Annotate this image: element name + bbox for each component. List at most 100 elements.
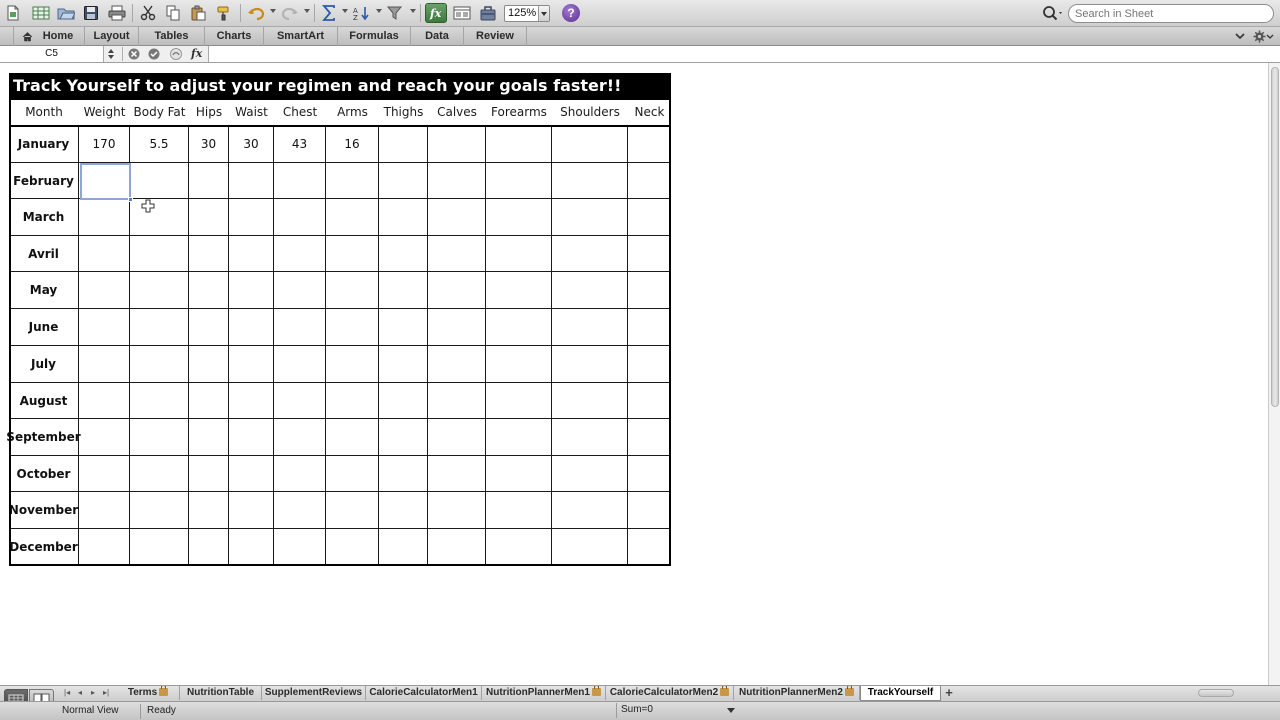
name-box[interactable]: C5 (0, 46, 104, 62)
data-cell[interactable] (274, 529, 326, 566)
data-cell[interactable] (274, 236, 326, 272)
data-cell[interactable] (628, 272, 671, 309)
column-header-arms[interactable]: Arms (326, 101, 379, 125)
data-cell[interactable] (79, 492, 130, 529)
data-cell[interactable] (189, 492, 229, 529)
data-cell[interactable] (326, 199, 379, 236)
data-cell[interactable] (189, 163, 229, 199)
data-cell[interactable] (486, 419, 552, 456)
month-cell[interactable]: May (9, 272, 79, 309)
data-cell[interactable] (379, 236, 428, 272)
sheet-tab-nutritionplannermen1[interactable]: NutritionPlannerMen1 (482, 686, 606, 700)
data-cell[interactable] (326, 456, 379, 492)
copy-icon[interactable] (162, 3, 184, 23)
column-header-thighs[interactable]: Thighs (379, 101, 428, 125)
formula-builder-icon[interactable]: fx (425, 3, 447, 23)
data-cell[interactable] (130, 419, 189, 456)
data-cell[interactable] (79, 272, 130, 309)
data-cell[interactable] (552, 199, 628, 236)
tab-smartart[interactable]: SmartArt (264, 27, 338, 46)
column-header-hips[interactable]: Hips (189, 101, 229, 125)
data-cell[interactable] (79, 383, 130, 419)
data-cell[interactable] (428, 346, 486, 383)
data-cell[interactable] (229, 492, 274, 529)
column-header-shoulders[interactable]: Shoulders (552, 101, 628, 125)
tab-home[interactable]: Home (13, 27, 85, 46)
data-cell[interactable] (229, 199, 274, 236)
tab-review[interactable]: Review (464, 27, 527, 46)
data-cell[interactable] (379, 529, 428, 566)
month-cell[interactable]: March (9, 199, 79, 236)
data-cell[interactable] (79, 309, 130, 346)
data-cell[interactable] (130, 309, 189, 346)
data-cell[interactable] (229, 419, 274, 456)
data-cell[interactable] (79, 456, 130, 492)
open-icon[interactable] (55, 3, 77, 23)
sheet-tab-caloriecalculatormen1[interactable]: CalorieCalculatorMen1 (366, 686, 482, 700)
data-cell[interactable] (428, 309, 486, 346)
data-cell[interactable] (130, 199, 189, 236)
data-cell[interactable] (229, 383, 274, 419)
data-cell[interactable] (130, 163, 189, 199)
formula-input[interactable] (208, 46, 1280, 62)
data-cell[interactable] (552, 383, 628, 419)
data-cell[interactable] (486, 125, 552, 163)
data-cell[interactable] (628, 309, 671, 346)
data-cell[interactable] (229, 346, 274, 383)
data-cell[interactable] (379, 199, 428, 236)
month-cell[interactable]: Avril (9, 236, 79, 272)
undo-icon[interactable] (245, 3, 267, 23)
data-cell[interactable] (379, 383, 428, 419)
data-cell[interactable] (379, 456, 428, 492)
add-sheet-button[interactable]: + (942, 686, 956, 700)
search-input[interactable] (1068, 4, 1274, 23)
data-cell[interactable] (229, 236, 274, 272)
data-cell[interactable] (274, 163, 326, 199)
horizontal-scrollbar[interactable] (1192, 687, 1266, 699)
data-cell[interactable] (274, 419, 326, 456)
data-cell[interactable] (189, 309, 229, 346)
data-cell[interactable] (229, 456, 274, 492)
gallery-toggle-icon[interactable] (451, 3, 473, 23)
filter-dropdown-caret[interactable] (410, 9, 416, 13)
data-cell[interactable] (552, 272, 628, 309)
column-header-weight[interactable]: Weight (79, 101, 130, 125)
enter-icon[interactable] (148, 48, 160, 60)
sum-dropdown-caret[interactable] (727, 708, 735, 713)
sheet-title-banner[interactable]: Track Yourself to adjust your regimen an… (9, 73, 671, 100)
data-cell[interactable] (189, 456, 229, 492)
month-cell[interactable]: February (9, 163, 79, 199)
undo-dropdown-caret[interactable] (270, 9, 276, 13)
data-cell[interactable] (428, 125, 486, 163)
sort-icon[interactable]: AZ (351, 3, 373, 23)
zoom-select[interactable]: 125% (504, 5, 550, 22)
data-cell[interactable] (628, 125, 671, 163)
data-cell[interactable]: 170 (79, 125, 130, 163)
data-cell[interactable] (428, 456, 486, 492)
data-cell[interactable] (79, 199, 130, 236)
data-cell[interactable] (486, 199, 552, 236)
data-cell[interactable]: 16 (326, 125, 379, 163)
data-cell[interactable] (229, 163, 274, 199)
column-header-forearms[interactable]: Forearms (486, 101, 552, 125)
data-cell[interactable] (130, 529, 189, 566)
data-cell[interactable] (130, 456, 189, 492)
data-cell[interactable] (428, 419, 486, 456)
cancel-icon[interactable] (128, 48, 140, 60)
search-icon[interactable] (1040, 4, 1066, 23)
data-cell[interactable] (274, 346, 326, 383)
data-cell[interactable] (326, 272, 379, 309)
data-cell[interactable] (229, 272, 274, 309)
data-cell[interactable] (326, 492, 379, 529)
tab-tables[interactable]: Tables (139, 27, 205, 46)
help-button[interactable]: ? (562, 4, 580, 22)
next-sheet-icon[interactable]: ▸ (91, 688, 95, 698)
month-cell[interactable]: July (9, 346, 79, 383)
data-cell[interactable] (552, 492, 628, 529)
data-cell[interactable] (189, 529, 229, 566)
fill-handle[interactable] (128, 197, 133, 202)
data-cell[interactable] (428, 529, 486, 566)
column-header-waist[interactable]: Waist (229, 101, 274, 125)
data-cell[interactable] (79, 529, 130, 566)
data-cell[interactable] (274, 383, 326, 419)
